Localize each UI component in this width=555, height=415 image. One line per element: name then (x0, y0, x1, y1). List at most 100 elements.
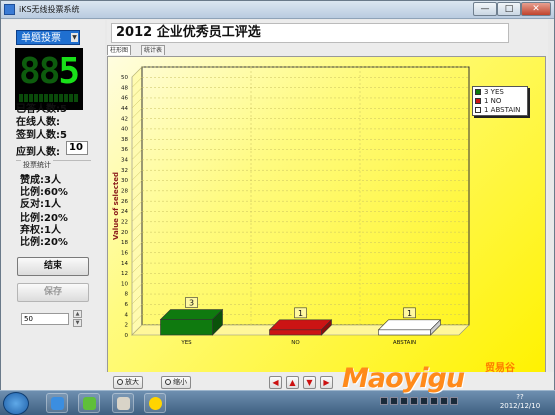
chart-legend: 3 YES 1 NO 1 ABSTAIN (472, 86, 528, 116)
zoom-in-button[interactable]: 放大 (113, 376, 143, 389)
minimize-button[interactable]: — (473, 2, 497, 16)
y-tick-label: 20 (121, 230, 128, 236)
chevron-down-icon[interactable]: ▼ (71, 33, 78, 42)
file-icon (117, 397, 130, 410)
y-tick-label: 38 (121, 137, 128, 143)
tab-bar-chart[interactable]: 柱形图 (107, 45, 132, 55)
y-tick-label: 12 (121, 271, 128, 277)
legend-label: 1 NO (484, 97, 502, 105)
arrow-right-button[interactable]: ▶ (320, 376, 333, 389)
arrow-up-button[interactable]: ▲ (286, 376, 299, 389)
zoom-out-button[interactable]: 缩小 (161, 376, 191, 389)
bar (378, 329, 431, 336)
ie-icon (51, 397, 64, 410)
legend-item: 1 NO (475, 97, 525, 106)
x-tick-label: ABSTAIN (393, 340, 416, 346)
y-tick-label: 46 (121, 96, 128, 102)
led-digit-1: 8 (19, 51, 41, 92)
spin-input[interactable]: 50 (21, 313, 69, 325)
end-button[interactable]: 结束 (17, 257, 89, 276)
legend-label: 1 ABSTAIN (484, 106, 521, 114)
vote-stat-line: 反对:1人 (20, 199, 61, 210)
chart-area: 0 2 4 6 8 10 12 14 16 18 20 22 24 26 28 30 32 34 36 38 40 42 4… (107, 56, 546, 374)
mode-select-value: 单题投票 (21, 33, 61, 44)
y-tick-label: 50 (121, 75, 128, 81)
watermark-logo: Maoyigu 贸易谷 (342, 361, 532, 401)
zoom-out-label: 缩小 (173, 378, 187, 386)
chart-plot-frame (141, 66, 470, 326)
window-title: iKS无线投票系统 (19, 5, 80, 14)
y-tick-label: 36 (121, 147, 128, 153)
led-digit-2: 8 (38, 51, 61, 92)
vote-stats-group: 投票统计 赞成:3人 比例:60% 反对:1人 比例:20% 弃权:1人 比例:… (16, 160, 91, 250)
left-panel: 单题投票 ▼ 885 已答人数:5 在线人数: 签到人数:5 应到人数: 10 … (1, 20, 105, 372)
spin-down-button[interactable]: ▼ (73, 319, 82, 327)
bar (160, 319, 213, 336)
app-icon (83, 397, 96, 410)
chart-side-wall (131, 66, 143, 336)
legend-swatch (475, 89, 481, 95)
y-axis-label: Value of selected (112, 172, 120, 240)
y-tick-label: 16 (121, 250, 128, 256)
app-window: iKS无线投票系统 — □ ✕ 单题投票 ▼ 885 已答人数:5 在线人数: … (0, 0, 555, 391)
qq-icon (149, 397, 162, 410)
save-button[interactable]: 保存 (17, 283, 89, 302)
expected-label: 应到人数: (16, 147, 60, 158)
y-tick-label: 32 (121, 168, 128, 174)
x-tick-label: NO (291, 340, 300, 346)
bar-top (268, 319, 333, 331)
app-icon (4, 4, 15, 15)
watermark-cn: 贸易谷 (485, 363, 515, 374)
vote-stat-line: 比例:20% (20, 237, 68, 248)
arrow-left-button[interactable]: ◀ (269, 376, 282, 389)
led-digit-3: 5 (58, 51, 80, 92)
legend-label: 3 YES (484, 88, 504, 96)
legend-item: 3 YES (475, 88, 525, 97)
taskbar-ie-icon[interactable] (46, 393, 68, 413)
y-tick-label: 40 (121, 127, 128, 133)
mode-select[interactable]: 单题投票 ▼ (16, 30, 80, 45)
y-tick-label: 30 (121, 178, 128, 184)
y-tick-label: 42 (121, 116, 128, 122)
zoom-in-label: 放大 (125, 378, 139, 386)
tab-stats-table[interactable]: 统计表 (141, 45, 166, 55)
bar-top (159, 309, 224, 320)
taskbar-app-icon[interactable] (78, 393, 100, 413)
expected-input[interactable]: 10 (66, 141, 88, 155)
x-tick-label: YES (180, 340, 192, 346)
y-tick-label: 34 (121, 158, 128, 164)
y-tick-label: 18 (121, 240, 128, 246)
legend-swatch (475, 98, 481, 104)
vote-stats-legend: 投票统计 (21, 160, 53, 170)
main-panel: 2012 企业优秀员工评选 柱形图 统计表 0 2 4 6 8 10 12 14 16 18 20 2… (107, 20, 548, 374)
close-button[interactable]: ✕ (521, 2, 551, 16)
y-tick-label: 8 (125, 292, 129, 298)
maximize-button[interactable]: □ (497, 2, 521, 16)
y-tick-label: 48 (121, 85, 128, 91)
clock-date: 2012/12/10 (499, 402, 541, 410)
y-tick-label: 44 (121, 106, 128, 112)
magnifier-icon (117, 379, 123, 385)
magnifier-icon (165, 379, 171, 385)
y-tick-label: 6 (125, 302, 129, 308)
title-bar[interactable]: iKS无线投票系统 — □ ✕ (1, 1, 554, 19)
data-label: 3 (189, 299, 194, 308)
taskbar-file-icon[interactable] (112, 393, 134, 413)
arrow-down-button[interactable]: ▼ (303, 376, 316, 389)
legend-item: 1 ABSTAIN (475, 106, 525, 115)
taskbar-qq-icon[interactable] (144, 393, 166, 413)
start-button[interactable] (3, 392, 29, 415)
led-digits: 885 (19, 51, 80, 92)
y-tick-label: 0 (125, 333, 129, 339)
y-tick-label: 2 (125, 323, 129, 329)
y-tick-label: 28 (121, 189, 128, 195)
y-tick-label: 14 (121, 261, 128, 267)
spin-arrows: ▲ ▼ (73, 310, 82, 328)
bar-top (377, 319, 442, 331)
y-tick-label: 10 (121, 281, 128, 287)
data-label: 1 (407, 309, 412, 318)
y-tick-label: 26 (121, 199, 128, 205)
y-tick-label: 22 (121, 219, 128, 225)
spin-up-button[interactable]: ▲ (73, 310, 82, 318)
signed-count: 签到人数:5 (16, 130, 67, 141)
